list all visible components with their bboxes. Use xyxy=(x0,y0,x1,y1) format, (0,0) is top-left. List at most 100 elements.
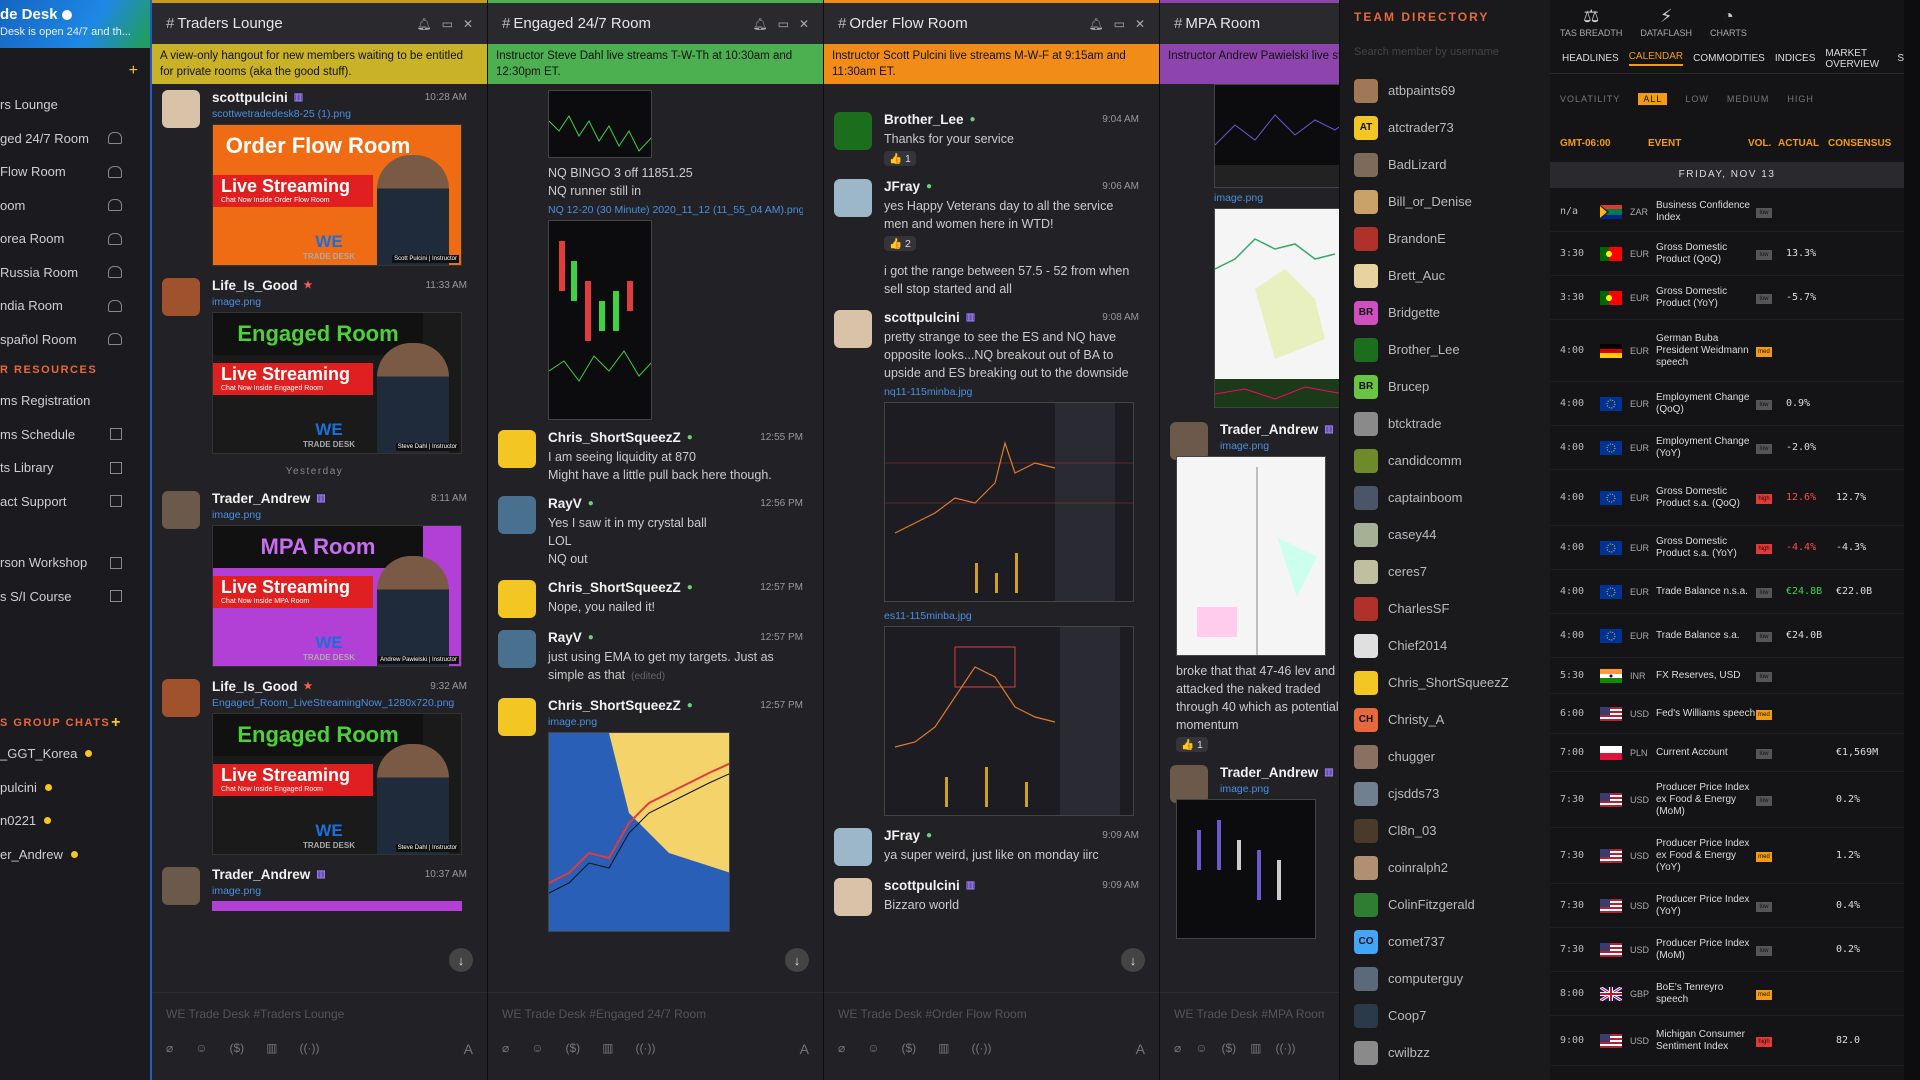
promo-image[interactable]: Engaged Room Live Streaming Chat Now Insi… xyxy=(212,713,462,855)
image-preview[interactable] xyxy=(212,901,462,911)
chart-image[interactable] xyxy=(884,402,1134,602)
attachment-link[interactable]: es11-115minba.jpg xyxy=(884,610,1139,622)
calendar-tab[interactable]: CALENDAR xyxy=(1628,51,1684,66)
username[interactable]: Life_Is_Good xyxy=(212,278,298,293)
message-input[interactable]: WE Trade Desk #Engaged 24/7 Room xyxy=(502,1007,809,1027)
avatar[interactable] xyxy=(834,878,872,916)
sidebar-resource-item[interactable]: ms Registration xyxy=(0,384,152,418)
member-item[interactable]: Brother_Lee xyxy=(1354,331,1540,368)
brand-header[interactable]: de Desk Desk is open 24/7 and th... xyxy=(0,0,152,48)
username[interactable]: RayV xyxy=(548,496,582,511)
attach-icon[interactable]: ⌀ xyxy=(166,1041,173,1057)
attachment-link[interactable]: image.png xyxy=(1220,440,1339,452)
audio-icon[interactable]: ((·)) xyxy=(972,1041,992,1057)
username[interactable]: Brother_Lee xyxy=(884,112,964,127)
scroll-down-icon[interactable]: ↓ xyxy=(449,948,473,972)
calendar-tab[interactable]: MARKET OVERVIEW xyxy=(1825,48,1887,70)
username[interactable]: Trader_Andrew xyxy=(212,491,310,506)
avatar[interactable] xyxy=(498,496,536,534)
maximize-icon[interactable]: ▭ xyxy=(778,17,789,31)
avatar[interactable] xyxy=(498,698,536,736)
vol-high[interactable]: HIGH xyxy=(1787,94,1814,104)
charts-button[interactable]: ◔ CHARTS xyxy=(1710,6,1747,44)
sidebar-room-item[interactable]: Flow Room xyxy=(0,155,152,189)
calendar-row[interactable]: 8:00 GBP BoE's Tenreyro speech med xyxy=(1550,972,1904,1016)
member-item[interactable]: BR Brucep xyxy=(1354,368,1540,405)
emoji-icon[interactable]: ☺ xyxy=(1195,1041,1207,1055)
avatar[interactable] xyxy=(498,580,536,618)
format-icon[interactable]: A xyxy=(800,1041,809,1057)
message-input[interactable]: WE Trade Desk #MPA Room xyxy=(1174,1007,1325,1027)
emoji-icon[interactable]: ☺ xyxy=(867,1041,879,1057)
username[interactable]: Trader_Andrew xyxy=(1220,765,1318,780)
chart-icon[interactable]: ▥ xyxy=(938,1041,949,1057)
tas-breadth-button[interactable]: ⚖ TAS BREADTH xyxy=(1560,6,1622,44)
username[interactable]: scottpulcini xyxy=(212,90,288,105)
username[interactable]: Chris_ShortSqueezZ xyxy=(548,580,681,595)
calendar-row[interactable]: 7:00 PLN Current Account low €1,569M xyxy=(1550,734,1904,772)
avatar[interactable] xyxy=(162,867,200,905)
sidebar-resource-item[interactable]: rson Workshop xyxy=(0,546,152,580)
avatar[interactable] xyxy=(834,112,872,150)
calendar-row[interactable]: 3:30 EUR Gross Domestic Product (YoY) low -5… xyxy=(1550,276,1904,320)
message-list[interactable]: Brother_Lee ● 9:04 AM Thanks for your serv… xyxy=(824,84,1159,990)
group-chat-item[interactable]: er_Andrew xyxy=(0,838,152,872)
close-icon[interactable]: ✕ xyxy=(799,17,809,31)
sidebar-room-item[interactable]: oom xyxy=(0,189,152,223)
member-item[interactable]: AT atctrader73 xyxy=(1354,109,1540,146)
reaction[interactable]: 👍 2 xyxy=(884,236,916,251)
member-item[interactable]: cjsdds73 xyxy=(1354,775,1540,812)
calendar-row[interactable]: 4:00 EUR Employment Change (YoY) low -2.0% xyxy=(1550,426,1904,470)
ticker-icon[interactable]: ($) xyxy=(1222,1041,1237,1055)
avatar[interactable] xyxy=(498,630,536,668)
maximize-icon[interactable]: ▭ xyxy=(1114,17,1125,31)
sidebar-resource-item[interactable]: s S/I Course xyxy=(0,580,152,614)
member-item[interactable]: Cl8n_03 xyxy=(1354,812,1540,849)
member-item[interactable]: computerguy xyxy=(1354,960,1540,997)
message-list[interactable]: image.png Trader_Andrew ▥ image.png broke… xyxy=(1160,84,1339,990)
username[interactable]: scottpulcini xyxy=(884,310,960,325)
emoji-icon[interactable]: ☺ xyxy=(195,1041,207,1057)
member-item[interactable]: CharlesSF xyxy=(1354,590,1540,627)
attach-icon[interactable]: ⌀ xyxy=(1174,1041,1181,1055)
ticker-icon[interactable]: ($) xyxy=(230,1041,245,1057)
avatar[interactable] xyxy=(1170,765,1208,803)
username[interactable]: Chris_ShortSqueezZ xyxy=(548,430,681,445)
add-room-icon[interactable]: + xyxy=(129,62,138,80)
sidebar-room-item[interactable]: Russia Room xyxy=(0,256,152,290)
calendar-row[interactable]: 5:30 INR FX Reserves, USD low xyxy=(1550,658,1904,694)
calendar-row[interactable]: 4:00 EUR Trade Balance n.s.a. low €24.8B €22.… xyxy=(1550,570,1904,614)
group-chat-item[interactable]: n0221 xyxy=(0,804,152,838)
scroll-down-icon[interactable]: ↓ xyxy=(1121,948,1145,972)
reaction[interactable]: 👍 1 xyxy=(1176,737,1208,752)
calendar-tab[interactable]: HEADLINES xyxy=(1562,53,1619,64)
format-icon[interactable]: A xyxy=(1136,1041,1145,1057)
avatar[interactable] xyxy=(162,679,200,717)
member-item[interactable]: casey44 xyxy=(1354,516,1540,553)
attachment-link[interactable]: image.png xyxy=(212,885,467,897)
sidebar-resource-item[interactable]: act Support xyxy=(0,485,152,519)
member-item[interactable]: Bill_or_Denise xyxy=(1354,183,1540,220)
chart-image[interactable] xyxy=(1176,456,1326,656)
calendar-row[interactable]: 4:00 EUR Employment Change (QoQ) low 0.9% xyxy=(1550,382,1904,426)
calendar-row[interactable]: 6:00 USD Fed's Williams speech med xyxy=(1550,694,1904,734)
member-item[interactable]: BadLizard xyxy=(1354,146,1540,183)
format-icon[interactable]: A xyxy=(464,1041,473,1057)
username[interactable]: scottpulcini xyxy=(884,878,960,893)
ticker-icon[interactable]: ($) xyxy=(902,1041,917,1057)
reaction[interactable]: 👍 1 xyxy=(884,151,916,166)
member-item[interactable]: CO comet737 xyxy=(1354,923,1540,960)
calendar-tab[interactable]: INDICES xyxy=(1775,53,1816,64)
member-item[interactable]: Brett_Auc xyxy=(1354,257,1540,294)
promo-image[interactable]: Order Flow Room Live Streaming Chat Now I… xyxy=(212,124,462,266)
avatar[interactable] xyxy=(834,828,872,866)
member-item[interactable]: BR Bridgette xyxy=(1354,294,1540,331)
message-list[interactable]: scottpulcini ▥ 10:28 AM scottwetradedesk8-… xyxy=(152,84,487,990)
chart-image[interactable] xyxy=(548,220,652,420)
calendar-row[interactable]: 4:00 EUR Gross Domestic Product s.a. (QoQ)… xyxy=(1550,470,1904,526)
emoji-icon[interactable]: ☺ xyxy=(531,1041,543,1057)
username[interactable]: Trader_Andrew xyxy=(1220,422,1318,437)
maximize-icon[interactable]: ▭ xyxy=(442,17,453,31)
avatar[interactable] xyxy=(162,90,200,128)
avatar[interactable] xyxy=(834,310,872,348)
